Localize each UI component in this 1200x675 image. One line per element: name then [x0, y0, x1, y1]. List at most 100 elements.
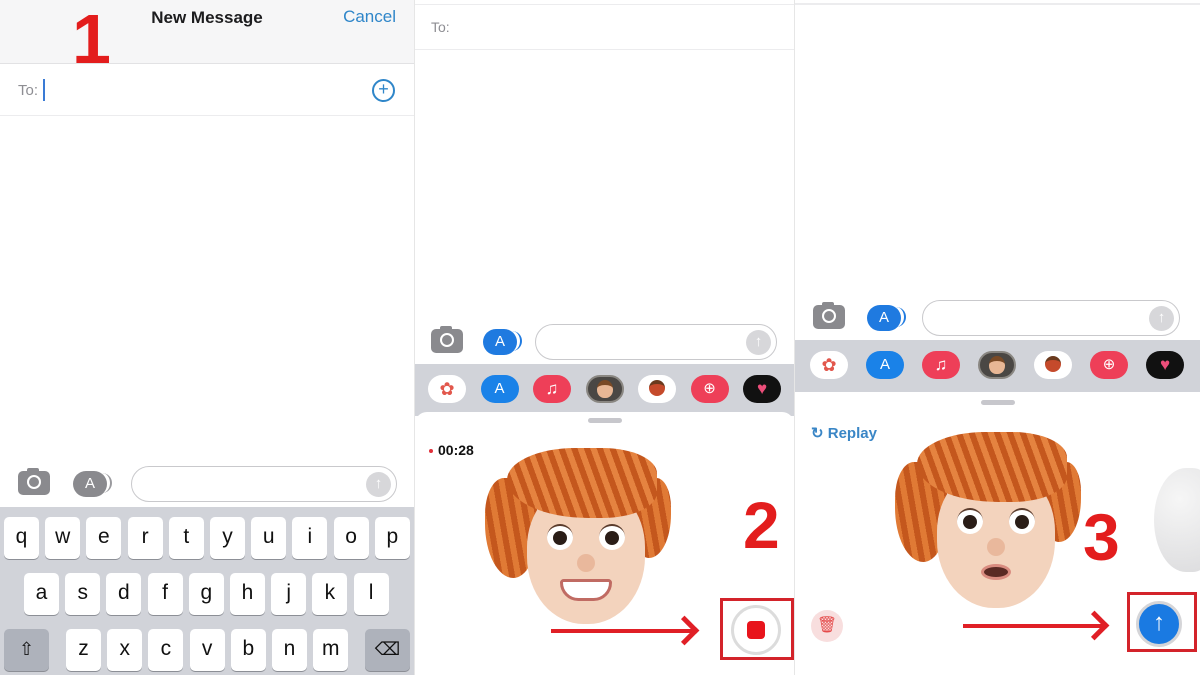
key-s[interactable]: s: [65, 573, 101, 615]
app-store-app-icon[interactable]: A: [866, 351, 904, 379]
key-b[interactable]: b: [230, 629, 266, 671]
compose-bar: A ↑: [0, 462, 414, 506]
memoji-avatar: [481, 428, 681, 628]
send-arrow-icon[interactable]: ↑: [1149, 306, 1174, 331]
memoji-app-icon[interactable]: [585, 375, 624, 403]
step2-panel: To: A ↑ ✿ A ♫ ⊕ ♥ 00:28 2: [414, 0, 794, 675]
camera-icon[interactable]: [813, 302, 845, 329]
memoji-eye: [957, 508, 983, 534]
step-number-3: 3: [1083, 500, 1120, 574]
app-store-app-icon[interactable]: A: [480, 375, 519, 403]
nav-bar: New Message Cancel: [0, 0, 414, 64]
digital-touch-app-icon[interactable]: ♥: [1146, 351, 1184, 379]
to-label: To:: [18, 82, 39, 99]
keyboard-row-2: asdfghjkl: [0, 573, 414, 615]
images-search-app-icon[interactable]: ⊕: [1090, 351, 1128, 379]
digital-touch-app-icon[interactable]: ♥: [743, 375, 781, 403]
send-arrow-icon[interactable]: ↑: [746, 330, 771, 355]
memoji-eye: [1009, 508, 1035, 534]
to-label: To:: [431, 19, 450, 35]
memoji-stickers-face-icon: [649, 380, 665, 396]
recording-timer: 00:28: [429, 442, 474, 458]
key-u[interactable]: u: [251, 517, 287, 559]
step1-panel: New Message Cancel 1 To: + A ↑ qwertyuio…: [0, 0, 414, 675]
shift-key[interactable]: ⇧: [4, 629, 49, 671]
camera-icon[interactable]: [18, 468, 50, 495]
replay-label: Replay: [827, 425, 877, 442]
replay-icon: ↻: [811, 425, 824, 442]
sheet-grabber[interactable]: [587, 418, 622, 423]
to-field-row[interactable]: To: +: [0, 64, 414, 116]
keyboard-row-1: qwertyuiop: [0, 517, 414, 559]
app-store-icon[interactable]: A: [867, 305, 906, 331]
key-m[interactable]: m: [313, 629, 349, 671]
key-t[interactable]: t: [168, 517, 204, 559]
key-w[interactable]: w: [45, 517, 81, 559]
trash-icon[interactable]: 🗑: [811, 610, 843, 642]
send-button[interactable]: ↑: [1136, 601, 1182, 647]
compose-bar: A ↑: [415, 320, 794, 364]
key-c[interactable]: c: [148, 629, 184, 671]
memoji-mouth: [560, 579, 612, 601]
key-a[interactable]: a: [24, 573, 59, 615]
key-q[interactable]: q: [4, 517, 39, 559]
memoji-eye: [547, 524, 573, 550]
to-field-row[interactable]: To:: [415, 4, 794, 50]
key-y[interactable]: y: [210, 517, 245, 559]
key-f[interactable]: f: [147, 573, 183, 615]
key-d[interactable]: d: [106, 573, 142, 615]
key-e[interactable]: e: [86, 517, 122, 559]
recording-dot-icon: [429, 449, 433, 454]
music-app-icon[interactable]: ♫: [922, 351, 960, 379]
key-n[interactable]: n: [272, 629, 307, 671]
message-input[interactable]: ↑: [922, 300, 1180, 336]
memoji-stickers-app-icon[interactable]: [638, 375, 676, 403]
key-i[interactable]: i: [292, 517, 328, 559]
memoji-eye: [599, 524, 625, 550]
photos-app-icon[interactable]: ✿: [810, 351, 848, 379]
camera-icon[interactable]: [431, 326, 463, 353]
memoji-app-icon[interactable]: [978, 351, 1016, 379]
message-input[interactable]: ↑: [131, 466, 397, 502]
step3-panel: A ↑ ✿ A ♫ ⊕ ♥ ↻ Replay 3 🗑 ↑: [794, 0, 1200, 675]
app-drawer: ✿ A ♫ ⊕ ♥: [415, 364, 794, 416]
replay-button[interactable]: ↻ Replay: [811, 424, 877, 442]
add-contact-icon[interactable]: +: [372, 79, 395, 102]
annotation-arrow: [551, 629, 693, 633]
key-k[interactable]: k: [312, 573, 348, 615]
delete-key[interactable]: ⌫: [365, 629, 410, 671]
app-store-icon[interactable]: A: [73, 471, 112, 497]
key-r[interactable]: r: [127, 517, 163, 559]
images-search-app-icon[interactable]: ⊕: [690, 375, 729, 403]
stop-recording-button[interactable]: [731, 605, 781, 655]
step-number-2: 2: [743, 488, 780, 562]
music-app-icon[interactable]: ♫: [533, 375, 571, 403]
memoji-nose: [987, 538, 1005, 556]
compose-bar: A ↑: [795, 296, 1200, 340]
key-g[interactable]: g: [188, 573, 224, 615]
sheet-grabber[interactable]: [980, 400, 1015, 405]
key-h[interactable]: h: [230, 573, 265, 615]
key-j[interactable]: j: [271, 573, 307, 615]
photos-app-icon[interactable]: ✿: [428, 375, 466, 403]
keyboard-row-3: ⇧ ⌫ zxcvbnm: [0, 629, 414, 671]
message-input[interactable]: ↑: [535, 324, 777, 360]
cancel-button[interactable]: Cancel: [343, 7, 396, 27]
key-v[interactable]: v: [189, 629, 225, 671]
memoji-stickers-face-icon: [1045, 356, 1061, 372]
text-cursor: [43, 79, 45, 101]
app-store-icon[interactable]: A: [483, 329, 522, 355]
divider: [795, 3, 1200, 5]
key-z[interactable]: z: [66, 629, 101, 671]
send-arrow-icon[interactable]: ↑: [366, 472, 391, 497]
keyboard: qwertyuiop asdfghjkl ⇧ ⌫ zxcvbnm: [0, 507, 414, 675]
memoji-nose: [577, 554, 595, 572]
memoji-avatar: [891, 412, 1091, 612]
memoji-mouth: [981, 564, 1011, 580]
memoji-face-icon: [596, 380, 613, 398]
key-x[interactable]: x: [107, 629, 143, 671]
key-o[interactable]: o: [333, 517, 369, 559]
key-p[interactable]: p: [374, 517, 410, 559]
key-l[interactable]: l: [353, 573, 389, 615]
memoji-stickers-app-icon[interactable]: [1034, 351, 1072, 379]
